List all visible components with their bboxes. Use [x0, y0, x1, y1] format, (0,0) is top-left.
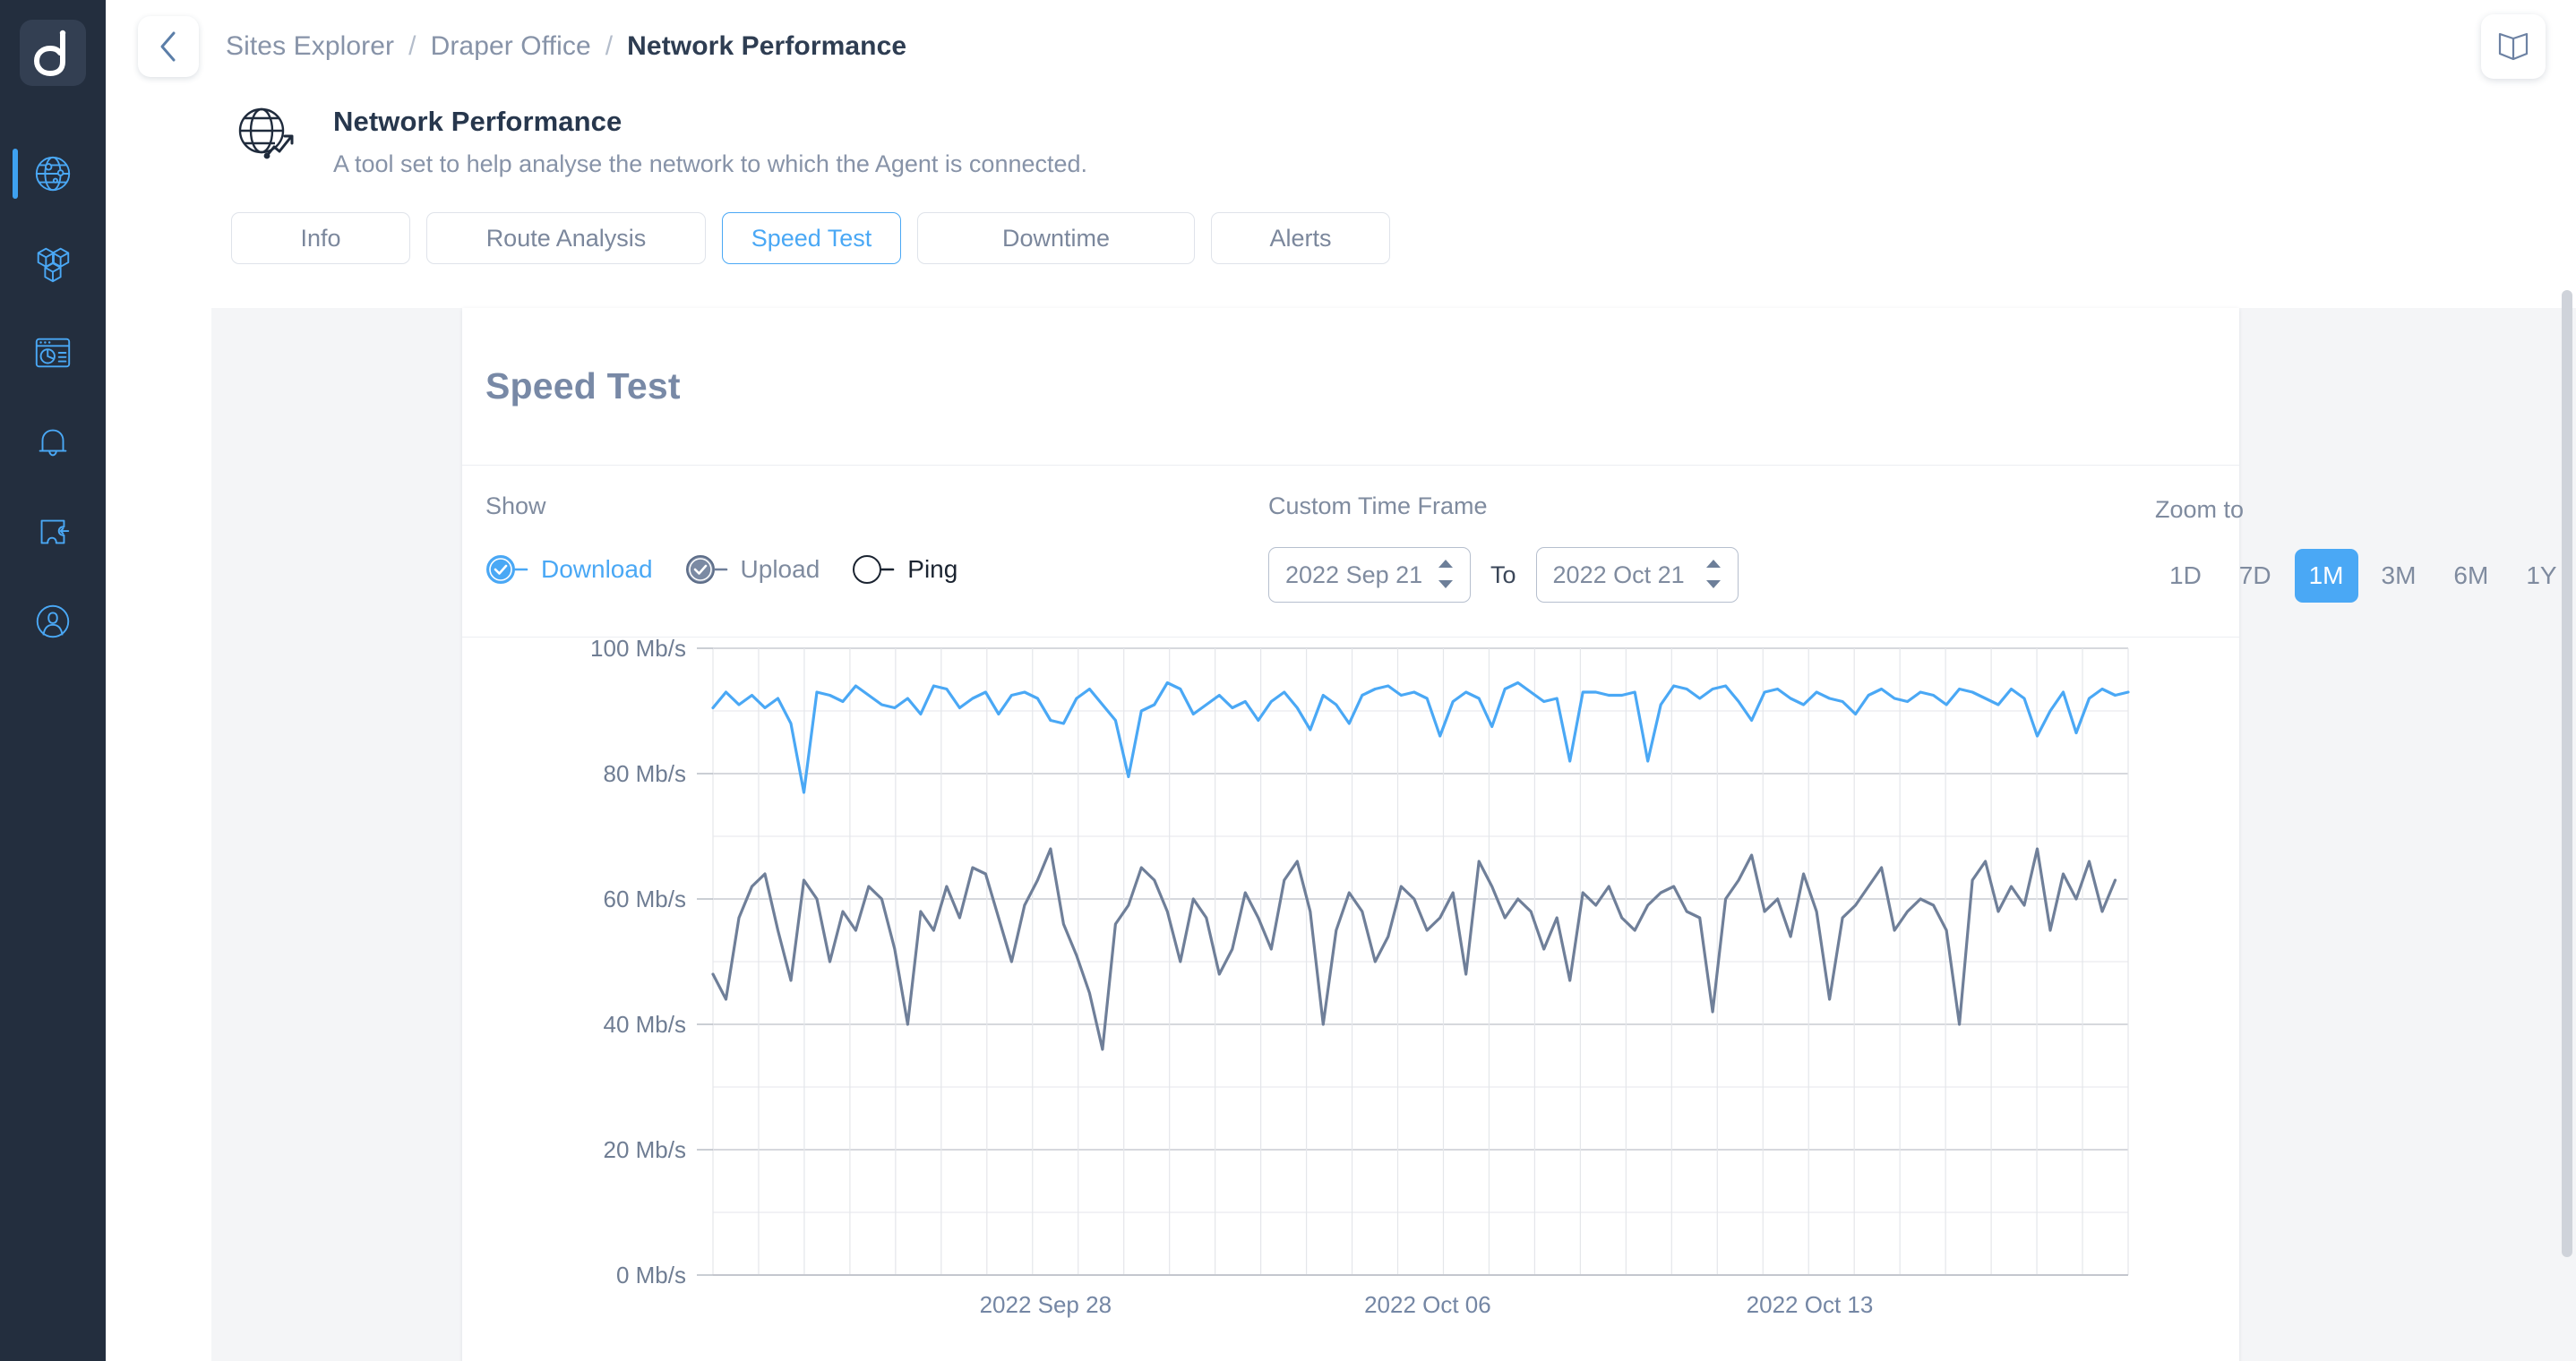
tab-speed-test[interactable]: Speed Test	[722, 212, 901, 264]
chart-x-axis: 2022 Sep 28 2022 Oct 06 2022 Oct 13	[980, 1291, 1874, 1318]
globe-chart-icon	[238, 107, 294, 159]
show-control-group: Show Download Upload Ping	[485, 492, 990, 585]
bell-icon	[39, 429, 67, 457]
chart-svg: 0 Mb/s 20 Mb/s 40 Mb/s 60 Mb/s 80 Mb/s 100 Mb…	[590, 638, 2130, 1318]
tab-bar: Info Route Analysis Speed Test Downtime …	[106, 178, 2576, 264]
svg-text:40 Mb/s: 40 Mb/s	[604, 1011, 687, 1038]
back-button[interactable]	[138, 16, 199, 77]
chevron-down-icon	[1705, 580, 1721, 588]
checkbox-checked-download-icon	[485, 554, 536, 585]
app-root: Sites Explorer / Draper Office / Network…	[0, 0, 2576, 1361]
chart-controls: Show Download Upload Ping Custom Time Fr…	[462, 466, 2557, 638]
zoom-label: Zoom to	[2155, 496, 2245, 523]
dashboard-icon	[35, 338, 71, 368]
sidebar-item-assets[interactable]	[0, 218, 106, 308]
legend-label-upload: Upload	[740, 555, 820, 583]
legend-label-ping: Ping	[907, 555, 958, 583]
page-scrollbar[interactable]	[2562, 5, 2572, 1348]
page-subtitle: A tool set to help analyse the network t…	[333, 150, 1088, 177]
sidebar-item-reports[interactable]	[0, 308, 106, 398]
date-from-stepper[interactable]	[1436, 557, 1455, 591]
legend-label-download: Download	[541, 555, 653, 583]
book-icon	[2498, 32, 2529, 61]
breadcrumb-item-sites-explorer[interactable]: Sites Explorer	[226, 31, 394, 62]
page-header: Network Performance A tool set to help a…	[106, 93, 2576, 178]
chevron-down-icon	[1438, 580, 1453, 588]
svg-text:2022 Sep 28: 2022 Sep 28	[980, 1291, 1112, 1318]
logo-glyph	[33, 30, 66, 76]
card-title: Speed Test	[485, 365, 681, 407]
chart-y-axis: 0 Mb/s 20 Mb/s 40 Mb/s 60 Mb/s 80 Mb/s 100 Mb…	[590, 638, 713, 1288]
svg-text:0 Mb/s: 0 Mb/s	[616, 1262, 686, 1288]
zoom-control-group: Zoom to 1D 7D 1M 3M 6M 1Y	[2155, 496, 2572, 603]
svg-text:20 Mb/s: 20 Mb/s	[604, 1136, 687, 1163]
checkbox-unchecked-ping-icon	[852, 554, 902, 585]
svg-text:2022 Oct 06: 2022 Oct 06	[1364, 1291, 1491, 1318]
tab-route-analysis[interactable]: Route Analysis	[426, 212, 706, 264]
sidebar-nav	[0, 129, 106, 666]
content-area: Speed Test Show Download Upload Ping Cus…	[211, 308, 2576, 1361]
show-label: Show	[485, 492, 546, 519]
zoom-button-1m[interactable]: 1M	[2294, 549, 2358, 603]
sidebar-item-alerts[interactable]	[0, 398, 106, 487]
datto-logo[interactable]	[20, 20, 86, 86]
date-from-input[interactable]: 2022 Sep 21	[1268, 547, 1471, 603]
scrollbar-thumb[interactable]	[2562, 290, 2572, 1257]
tab-info[interactable]: Info	[231, 212, 410, 264]
card-header: Speed Test	[462, 308, 2239, 466]
legend-toggle-ping[interactable]: Ping	[852, 554, 957, 585]
tab-downtime[interactable]: Downtime	[917, 212, 1195, 264]
chevron-left-icon	[160, 31, 176, 62]
sidebar-item-integrations[interactable]	[0, 487, 106, 577]
date-to-stepper[interactable]	[1704, 557, 1723, 591]
breadcrumb-separator: /	[605, 31, 614, 61]
date-to-input[interactable]: 2022 Oct 21	[1535, 547, 1739, 603]
tab-alerts[interactable]: Alerts	[1211, 212, 1390, 264]
date-range-separator: To	[1490, 561, 1516, 588]
zoom-button-3m[interactable]: 3M	[2367, 549, 2431, 603]
svg-text:2022 Oct 13: 2022 Oct 13	[1747, 1291, 1874, 1318]
date-to-value: 2022 Oct 21	[1552, 561, 1685, 588]
speed-test-chart: 0 Mb/s 20 Mb/s 40 Mb/s 60 Mb/s 80 Mb/s 100 Mb…	[462, 638, 2239, 1361]
page-title: Network Performance	[333, 106, 623, 137]
legend-toggle-upload[interactable]: Upload	[685, 554, 820, 585]
chart-series	[711, 680, 2130, 1051]
sidebar-item-account[interactable]	[0, 577, 106, 666]
globe-network-icon	[35, 156, 71, 192]
zoom-button-1d[interactable]: 1D	[2155, 549, 2216, 603]
sidebar-item-network[interactable]	[0, 129, 106, 218]
chevron-up-icon	[1438, 560, 1453, 568]
topbar: Sites Explorer / Draper Office / Network…	[106, 0, 2576, 93]
zoom-button-6m[interactable]: 6M	[2439, 549, 2503, 603]
svg-text:100 Mb/s: 100 Mb/s	[590, 638, 686, 662]
puzzle-icon	[40, 519, 70, 544]
zoom-button-7d[interactable]: 7D	[2225, 549, 2286, 603]
breadcrumb-item-draper-office[interactable]: Draper Office	[431, 31, 591, 62]
speed-test-card: Speed Test Show Download Upload Ping Cus…	[462, 308, 2557, 1361]
breadcrumb-item-current: Network Performance	[627, 31, 907, 61]
breadcrumb-separator: /	[408, 31, 416, 61]
sidebar	[0, 0, 106, 1361]
chart-grid	[712, 647, 2129, 1276]
svg-text:80 Mb/s: 80 Mb/s	[604, 760, 687, 787]
documentation-button[interactable]	[2481, 14, 2546, 79]
time-frame-control-group: Custom Time Frame 2022 Sep 21 To 2022 Oc…	[1268, 492, 1739, 603]
legend-toggle-download[interactable]: Download	[485, 554, 653, 585]
main-panel: Sites Explorer / Draper Office / Network…	[106, 0, 2576, 1361]
checkbox-checked-upload-icon	[685, 554, 735, 585]
svg-text:60 Mb/s: 60 Mb/s	[604, 886, 687, 912]
chevron-up-icon	[1705, 560, 1721, 568]
user-circle-icon	[36, 604, 70, 638]
cubes-icon	[37, 247, 70, 283]
breadcrumb: Sites Explorer / Draper Office / Network…	[226, 31, 906, 62]
date-from-value: 2022 Sep 21	[1285, 561, 1423, 588]
time-frame-label: Custom Time Frame	[1268, 492, 1488, 519]
